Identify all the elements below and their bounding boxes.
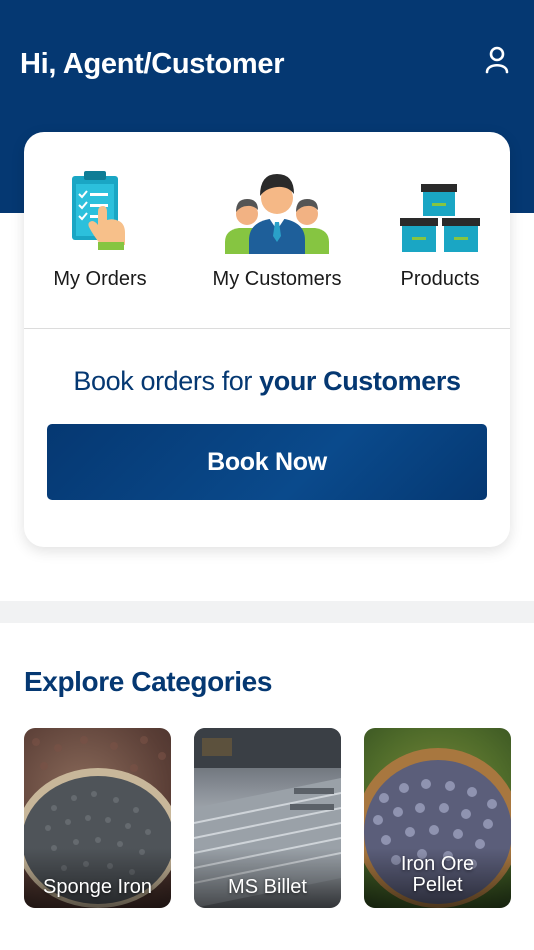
boxes-icon: [400, 184, 480, 252]
my-customers-button[interactable]: My Customers: [202, 132, 352, 328]
user-icon: [485, 46, 509, 74]
category-label: Sponge Iron: [43, 876, 152, 898]
category-label-line1: Iron Ore: [400, 853, 475, 875]
category-iron-ore-pellet[interactable]: Iron Ore Pellet: [364, 728, 511, 908]
explore-categories-title: Explore Categories: [24, 666, 272, 697]
section-separator: [0, 601, 534, 623]
category-sponge-iron[interactable]: Sponge Iron: [24, 728, 171, 908]
card-divider: [24, 328, 510, 329]
quick-actions-card: My Orders My Customers Products Book ord…: [24, 132, 510, 547]
my-customers-label: My Customers: [212, 268, 342, 290]
category-label-line2: Pellet: [412, 874, 463, 896]
booking-caption-emphasis: your Customers: [259, 366, 461, 396]
category-ms-billet[interactable]: MS Billet: [194, 728, 341, 908]
clipboard-checklist-icon: [72, 171, 125, 250]
my-orders-button[interactable]: My Orders: [32, 132, 168, 328]
profile-button[interactable]: [482, 44, 512, 76]
category-label: Iron Ore Pellet: [364, 854, 511, 896]
products-label: Products: [400, 268, 480, 290]
booking-caption-prefix: Book orders for: [73, 366, 260, 396]
customers-group-icon: [225, 174, 329, 254]
book-now-button[interactable]: Book Now: [47, 424, 487, 500]
category-label: MS Billet: [228, 876, 307, 898]
my-orders-label: My Orders: [53, 268, 147, 290]
booking-caption: Book orders for your Customers: [24, 366, 510, 397]
products-button[interactable]: Products: [380, 132, 500, 328]
greeting-title: Hi, Agent/Customer: [20, 48, 285, 80]
